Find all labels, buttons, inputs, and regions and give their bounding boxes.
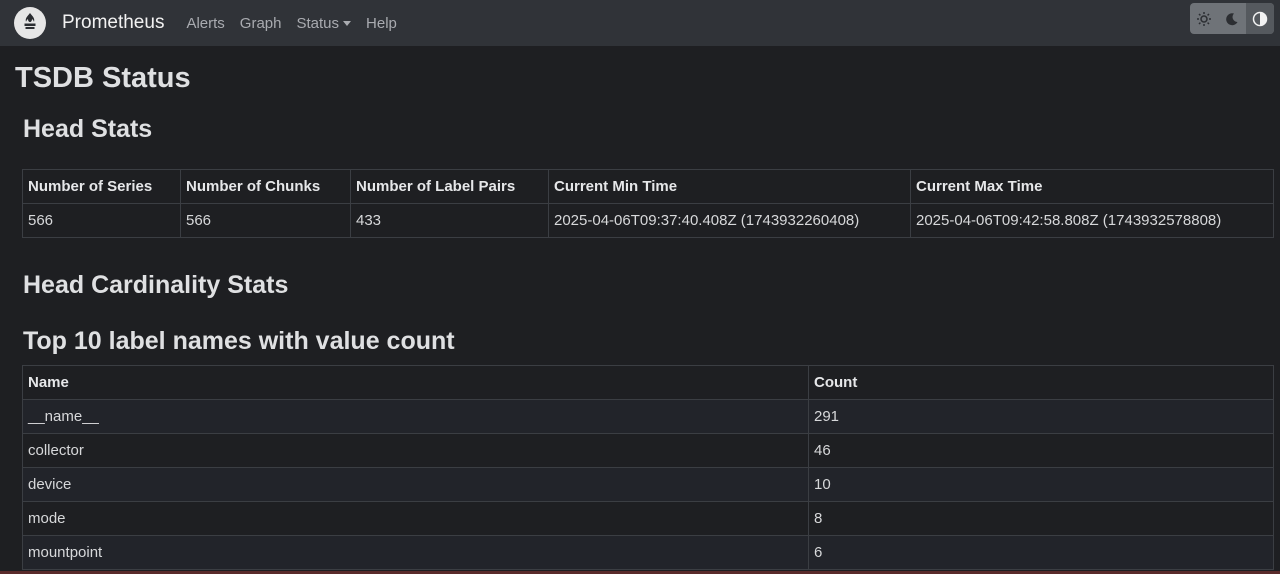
cell-current-min-time: 2025-04-06T09:37:40.408Z (1743932260408) [548, 203, 911, 238]
cell-label-name: mode [22, 501, 809, 536]
cell-label-count: 291 [808, 399, 1274, 434]
nav-status-label: Status [296, 14, 340, 32]
nav-alerts[interactable]: Alerts [186, 15, 224, 32]
col-name: Name [22, 365, 809, 400]
table-row: 566 566 433 2025-04-06T09:37:40.408Z (17… [22, 203, 1274, 238]
navbar: Prometheus Alerts Graph Status Help [0, 0, 1280, 46]
cell-label-name: collector [22, 433, 809, 468]
cell-number-of-label-pairs: 433 [350, 203, 549, 238]
theme-toggle-group [1190, 3, 1274, 34]
table-row: mountpoint 6 [22, 535, 1274, 570]
cell-current-max-time: 2025-04-06T09:42:58.808Z (1743932578808) [910, 203, 1274, 238]
head-stats-table: Number of Series Number of Chunks Number… [22, 169, 1274, 238]
table-row: collector 46 [22, 433, 1274, 468]
table-header-row: Number of Series Number of Chunks Number… [22, 169, 1274, 204]
table-header-row: Name Count [22, 365, 1274, 400]
table-row: device 10 [22, 467, 1274, 502]
chevron-down-icon [343, 20, 352, 26]
moon-icon[interactable] [1218, 3, 1246, 34]
col-number-of-series: Number of Series [22, 169, 181, 204]
table-row: mode 8 [22, 501, 1274, 536]
sun-icon[interactable] [1190, 3, 1218, 34]
prometheus-logo-icon[interactable] [14, 7, 46, 39]
cell-label-name: device [22, 467, 809, 502]
col-current-max-time: Current Max Time [910, 169, 1274, 204]
half-circle-icon[interactable] [1246, 3, 1274, 34]
head-cardinality-heading: Head Cardinality Stats [23, 271, 289, 299]
cell-label-count: 6 [808, 535, 1274, 570]
col-number-of-label-pairs: Number of Label Pairs [350, 169, 549, 204]
nav-help[interactable]: Help [366, 15, 397, 32]
page-title: TSDB Status [15, 62, 191, 94]
cell-label-name: mountpoint [22, 535, 809, 570]
head-stats-heading: Head Stats [23, 115, 153, 143]
nav-status-dropdown[interactable]: Status [297, 15, 352, 32]
table-row: __name__ 291 [22, 399, 1274, 434]
col-count: Count [808, 365, 1274, 400]
nav-graph[interactable]: Graph [240, 15, 282, 32]
label-names-table: Name Count __name__ 291 collector 46 dev… [22, 365, 1274, 570]
cell-label-count: 8 [808, 501, 1274, 536]
cell-label-name: __name__ [22, 399, 809, 434]
col-current-min-time: Current Min Time [548, 169, 911, 204]
cell-number-of-chunks: 566 [180, 203, 351, 238]
cell-number-of-series: 566 [22, 203, 181, 238]
top-label-names-heading: Top 10 label names with value count [23, 327, 455, 355]
cell-label-count: 46 [808, 433, 1274, 468]
cell-label-count: 10 [808, 467, 1274, 502]
brand-link[interactable]: Prometheus [62, 12, 164, 34]
col-number-of-chunks: Number of Chunks [180, 169, 351, 204]
